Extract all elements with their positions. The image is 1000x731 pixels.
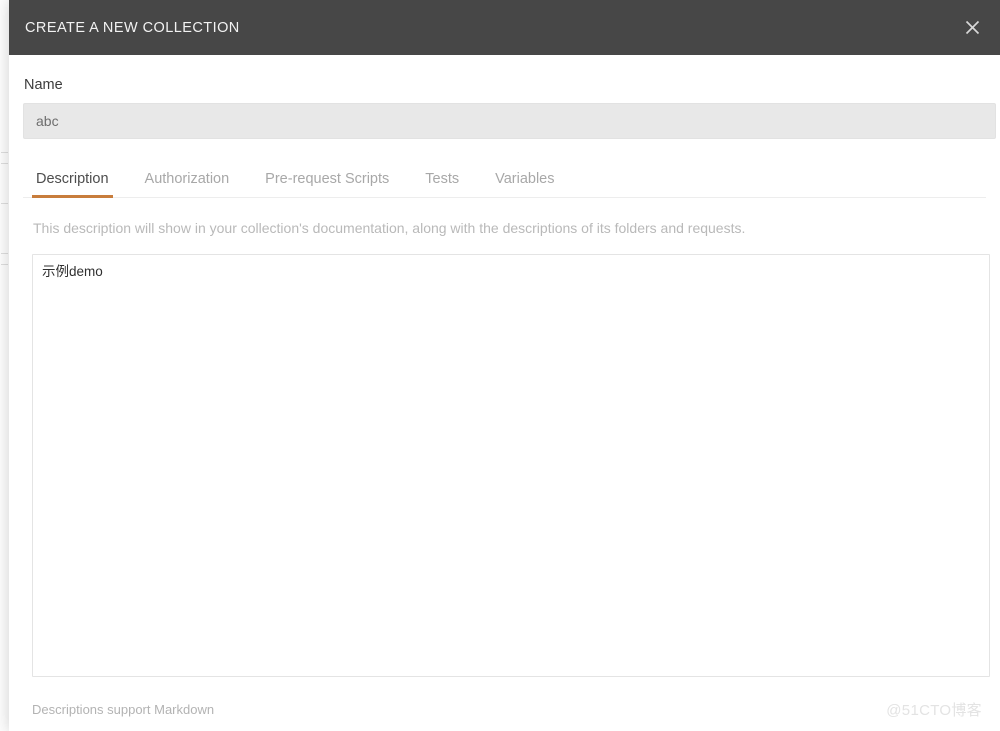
backdrop-divider [1, 163, 8, 164]
dialog-header: CREATE A NEW COLLECTION [9, 0, 1000, 55]
create-collection-dialog: CREATE A NEW COLLECTION Name Description… [9, 0, 1000, 731]
tab-authorization[interactable]: Authorization [145, 171, 230, 197]
backdrop-divider [1, 264, 8, 265]
backdrop-divider [1, 253, 8, 254]
dialog-footer: Descriptions support Markdown @51CTO博客 [9, 687, 1000, 731]
close-icon[interactable] [944, 0, 1000, 55]
dialog-title: CREATE A NEW COLLECTION [25, 19, 240, 36]
name-label: Name [24, 77, 63, 93]
watermark: @51CTO博客 [886, 701, 982, 719]
collection-name-input[interactable] [23, 103, 996, 139]
dialog-body: Name Description Authorization Pre-reque… [9, 55, 1000, 687]
description-helper-text: This description will show in your colle… [33, 220, 746, 236]
tab-description[interactable]: Description [32, 171, 113, 198]
tab-variables[interactable]: Variables [495, 171, 554, 197]
backdrop-divider [1, 203, 8, 204]
description-textarea[interactable] [32, 254, 990, 677]
tab-tests[interactable]: Tests [425, 171, 459, 197]
dialog-tabs: Description Authorization Pre-request Sc… [23, 161, 986, 198]
backdrop-divider [1, 152, 8, 153]
markdown-support-note: Descriptions support Markdown [32, 701, 215, 717]
tab-pre-request-scripts[interactable]: Pre-request Scripts [265, 171, 389, 197]
